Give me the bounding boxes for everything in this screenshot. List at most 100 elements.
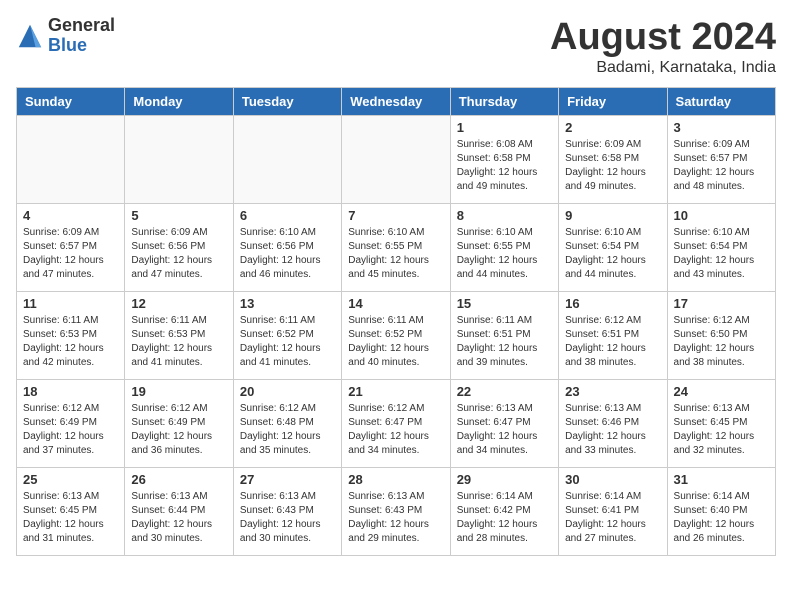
calendar-cell: 20 Sunrise: 6:12 AM Sunset: 6:48 PM Dayli… <box>233 380 341 468</box>
day-number: 11 <box>23 296 118 311</box>
calendar-cell: 3 Sunrise: 6:09 AM Sunset: 6:57 PM Daylig… <box>667 116 775 204</box>
day-info: Sunrise: 6:09 AM Sunset: 6:57 PM Dayligh… <box>674 138 769 194</box>
calendar-cell <box>17 116 125 204</box>
title-block: August 2024 Badami, Karnataka, India <box>550 16 776 77</box>
day-info: Sunrise: 6:09 AM Sunset: 6:58 PM Dayligh… <box>565 138 660 194</box>
calendar-cell: 27Sunrise: 6:13 AM Sunset: 6:43 PM Dayli… <box>233 468 341 556</box>
calendar-cell: 10 Sunrise: 6:10 AM Sunset: 6:54 PM Dayli… <box>667 204 775 292</box>
day-info: Sunrise: 6:14 AM Sunset: 6:42 PM Dayligh… <box>457 490 552 546</box>
weekday-header: Tuesday <box>233 88 341 116</box>
calendar-week-row: 11 Sunrise: 6:11 AM Sunset: 6:53 PM Dayli… <box>17 292 776 380</box>
weekday-header: Friday <box>559 88 667 116</box>
page-header: General Blue August 2024 Badami, Karnata… <box>16 16 776 77</box>
calendar-cell <box>342 116 450 204</box>
day-info: Sunrise: 6:13 AM Sunset: 6:47 PM Dayligh… <box>457 402 552 458</box>
day-info: Sunrise: 6:08 AM Sunset: 6:58 PM Dayligh… <box>457 138 552 194</box>
calendar-header-row: SundayMondayTuesdayWednesdayThursdayFrid… <box>17 88 776 116</box>
day-info: Sunrise: 6:10 AM Sunset: 6:55 PM Dayligh… <box>348 226 443 282</box>
logo-text: General Blue <box>48 16 115 56</box>
day-number: 7 <box>348 208 443 223</box>
calendar-cell: 22 Sunrise: 6:13 AM Sunset: 6:47 PM Dayli… <box>450 380 558 468</box>
day-number: 13 <box>240 296 335 311</box>
day-number: 22 <box>457 384 552 399</box>
day-info: Sunrise: 6:10 AM Sunset: 6:54 PM Dayligh… <box>674 226 769 282</box>
calendar-cell: 4Sunrise: 6:09 AM Sunset: 6:57 PM Daylig… <box>17 204 125 292</box>
day-number: 20 <box>240 384 335 399</box>
day-info: Sunrise: 6:13 AM Sunset: 6:44 PM Dayligh… <box>131 490 226 546</box>
calendar-cell: 26 Sunrise: 6:13 AM Sunset: 6:44 PM Dayli… <box>125 468 233 556</box>
day-info: Sunrise: 6:11 AM Sunset: 6:53 PM Dayligh… <box>131 314 226 370</box>
day-number: 24 <box>674 384 769 399</box>
weekday-header: Saturday <box>667 88 775 116</box>
calendar-cell: 9 Sunrise: 6:10 AM Sunset: 6:54 PM Daylig… <box>559 204 667 292</box>
day-number: 30 <box>565 472 660 487</box>
day-info: Sunrise: 6:12 AM Sunset: 6:49 PM Dayligh… <box>131 402 226 458</box>
weekday-header: Monday <box>125 88 233 116</box>
day-number: 21 <box>348 384 443 399</box>
calendar-cell: 19Sunrise: 6:12 AM Sunset: 6:49 PM Dayli… <box>125 380 233 468</box>
day-info: Sunrise: 6:13 AM Sunset: 6:46 PM Dayligh… <box>565 402 660 458</box>
calendar-cell <box>233 116 341 204</box>
day-number: 25 <box>23 472 118 487</box>
calendar-cell: 30Sunrise: 6:14 AM Sunset: 6:41 PM Dayli… <box>559 468 667 556</box>
calendar-cell: 11 Sunrise: 6:11 AM Sunset: 6:53 PM Dayli… <box>17 292 125 380</box>
calendar-week-row: 4Sunrise: 6:09 AM Sunset: 6:57 PM Daylig… <box>17 204 776 292</box>
calendar-cell: 25Sunrise: 6:13 AM Sunset: 6:45 PM Dayli… <box>17 468 125 556</box>
day-number: 10 <box>674 208 769 223</box>
calendar-cell: 13 Sunrise: 6:11 AM Sunset: 6:52 PM Dayli… <box>233 292 341 380</box>
day-number: 9 <box>565 208 660 223</box>
calendar-cell: 31Sunrise: 6:14 AM Sunset: 6:40 PM Dayli… <box>667 468 775 556</box>
calendar-cell: 28 Sunrise: 6:13 AM Sunset: 6:43 PM Dayli… <box>342 468 450 556</box>
day-number: 6 <box>240 208 335 223</box>
calendar-cell: 1 Sunrise: 6:08 AM Sunset: 6:58 PM Daylig… <box>450 116 558 204</box>
calendar-cell: 5Sunrise: 6:09 AM Sunset: 6:56 PM Daylig… <box>125 204 233 292</box>
day-number: 26 <box>131 472 226 487</box>
day-info: Sunrise: 6:11 AM Sunset: 6:52 PM Dayligh… <box>348 314 443 370</box>
day-info: Sunrise: 6:12 AM Sunset: 6:51 PM Dayligh… <box>565 314 660 370</box>
day-number: 15 <box>457 296 552 311</box>
month-title: August 2024 <box>550 16 776 59</box>
day-info: Sunrise: 6:10 AM Sunset: 6:56 PM Dayligh… <box>240 226 335 282</box>
day-number: 1 <box>457 120 552 135</box>
calendar-cell: 8Sunrise: 6:10 AM Sunset: 6:55 PM Daylig… <box>450 204 558 292</box>
calendar-cell: 23 Sunrise: 6:13 AM Sunset: 6:46 PM Dayli… <box>559 380 667 468</box>
calendar-cell: 16 Sunrise: 6:12 AM Sunset: 6:51 PM Dayli… <box>559 292 667 380</box>
day-info: Sunrise: 6:11 AM Sunset: 6:53 PM Dayligh… <box>23 314 118 370</box>
weekday-header: Thursday <box>450 88 558 116</box>
day-info: Sunrise: 6:13 AM Sunset: 6:43 PM Dayligh… <box>348 490 443 546</box>
day-number: 23 <box>565 384 660 399</box>
weekday-header: Wednesday <box>342 88 450 116</box>
day-number: 29 <box>457 472 552 487</box>
calendar-table: SundayMondayTuesdayWednesdayThursdayFrid… <box>16 87 776 556</box>
calendar-week-row: 1 Sunrise: 6:08 AM Sunset: 6:58 PM Daylig… <box>17 116 776 204</box>
day-info: Sunrise: 6:09 AM Sunset: 6:56 PM Dayligh… <box>131 226 226 282</box>
day-info: Sunrise: 6:13 AM Sunset: 6:45 PM Dayligh… <box>674 402 769 458</box>
calendar-cell: 24 Sunrise: 6:13 AM Sunset: 6:45 PM Dayli… <box>667 380 775 468</box>
day-info: Sunrise: 6:12 AM Sunset: 6:49 PM Dayligh… <box>23 402 118 458</box>
day-number: 17 <box>674 296 769 311</box>
day-info: Sunrise: 6:09 AM Sunset: 6:57 PM Dayligh… <box>23 226 118 282</box>
location: Badami, Karnataka, India <box>550 59 776 77</box>
day-number: 16 <box>565 296 660 311</box>
day-number: 12 <box>131 296 226 311</box>
calendar-cell: 2 Sunrise: 6:09 AM Sunset: 6:58 PM Daylig… <box>559 116 667 204</box>
logo-icon <box>16 22 44 50</box>
day-number: 3 <box>674 120 769 135</box>
day-number: 28 <box>348 472 443 487</box>
calendar-cell: 18 Sunrise: 6:12 AM Sunset: 6:49 PM Dayli… <box>17 380 125 468</box>
calendar-cell: 14Sunrise: 6:11 AM Sunset: 6:52 PM Dayli… <box>342 292 450 380</box>
day-number: 18 <box>23 384 118 399</box>
day-info: Sunrise: 6:12 AM Sunset: 6:47 PM Dayligh… <box>348 402 443 458</box>
day-info: Sunrise: 6:10 AM Sunset: 6:55 PM Dayligh… <box>457 226 552 282</box>
day-info: Sunrise: 6:12 AM Sunset: 6:48 PM Dayligh… <box>240 402 335 458</box>
day-number: 2 <box>565 120 660 135</box>
calendar-cell: 15Sunrise: 6:11 AM Sunset: 6:51 PM Dayli… <box>450 292 558 380</box>
day-info: Sunrise: 6:10 AM Sunset: 6:54 PM Dayligh… <box>565 226 660 282</box>
calendar-cell: 6 Sunrise: 6:10 AM Sunset: 6:56 PM Daylig… <box>233 204 341 292</box>
logo: General Blue <box>16 16 115 56</box>
day-info: Sunrise: 6:11 AM Sunset: 6:52 PM Dayligh… <box>240 314 335 370</box>
calendar-week-row: 18 Sunrise: 6:12 AM Sunset: 6:49 PM Dayli… <box>17 380 776 468</box>
calendar-cell: 12 Sunrise: 6:11 AM Sunset: 6:53 PM Dayli… <box>125 292 233 380</box>
day-info: Sunrise: 6:13 AM Sunset: 6:43 PM Dayligh… <box>240 490 335 546</box>
calendar-cell <box>125 116 233 204</box>
